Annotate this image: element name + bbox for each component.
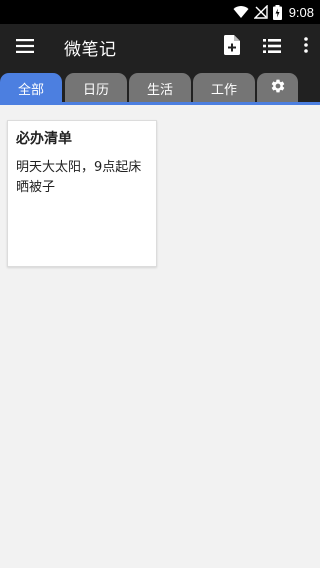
tab-life[interactable]: 生活: [129, 73, 191, 103]
app-title: 微笔记: [64, 39, 117, 60]
list-view-button[interactable]: [252, 24, 292, 70]
menu-icon: [16, 38, 34, 57]
note-card[interactable]: 必办清单 明天大太阳，9点起床晒被子: [7, 120, 157, 267]
status-time: 9:08: [288, 4, 314, 20]
new-note-button[interactable]: [212, 24, 252, 70]
more-vert-icon: [304, 37, 308, 57]
tab-settings[interactable]: [257, 73, 298, 103]
tab-all[interactable]: 全部: [0, 73, 62, 103]
notes-area: 必办清单 明天大太阳，9点起床晒被子: [0, 105, 320, 568]
status-bar: 9:08: [0, 0, 320, 24]
category-tabs: 全部 日历 生活 工作: [0, 70, 320, 105]
tab-calendar[interactable]: 日历: [65, 73, 127, 103]
list-view-icon: [263, 38, 281, 57]
no-signal-icon: [253, 5, 268, 19]
more-options-button[interactable]: [292, 24, 320, 70]
wifi-icon: [233, 5, 249, 19]
menu-button[interactable]: [0, 24, 50, 70]
new-note-icon: [224, 35, 240, 59]
battery-charging-icon: [272, 4, 282, 20]
app-bar: 微笔记: [0, 24, 320, 70]
tab-work[interactable]: 工作: [193, 73, 255, 103]
settings-gear-icon: [270, 78, 286, 98]
note-body: 明天大太阳，9点起床晒被子: [16, 160, 142, 195]
note-title: 必办清单: [16, 131, 72, 147]
